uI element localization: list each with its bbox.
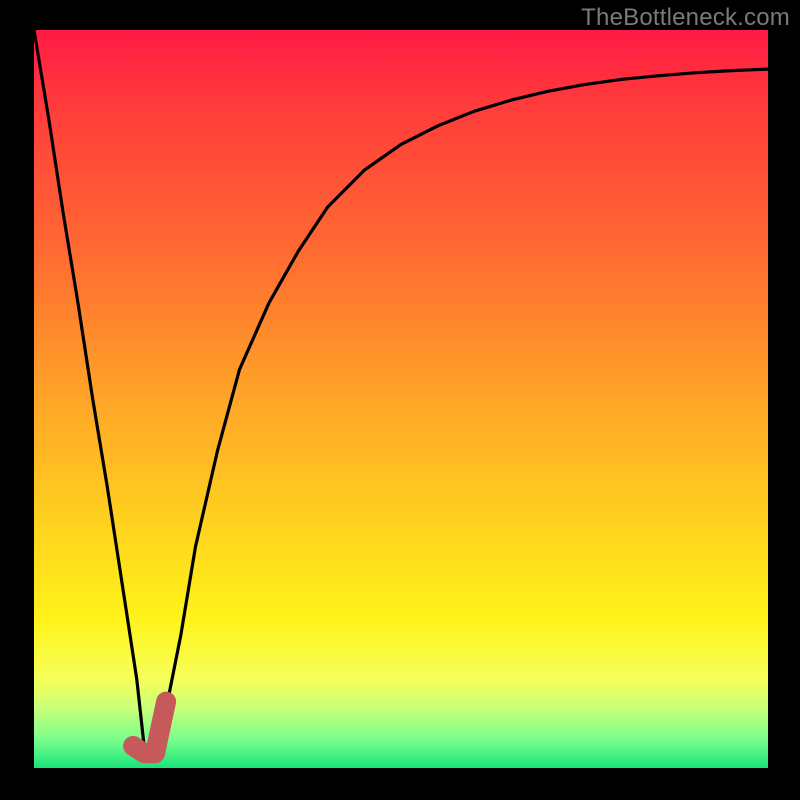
chart-frame: TheBottleneck.com bbox=[0, 0, 800, 800]
watermark-text: TheBottleneck.com bbox=[581, 4, 790, 32]
chart-svg bbox=[34, 30, 768, 768]
j-marker bbox=[133, 702, 166, 754]
bottleneck-curve bbox=[34, 30, 768, 753]
plot-area bbox=[34, 30, 768, 768]
